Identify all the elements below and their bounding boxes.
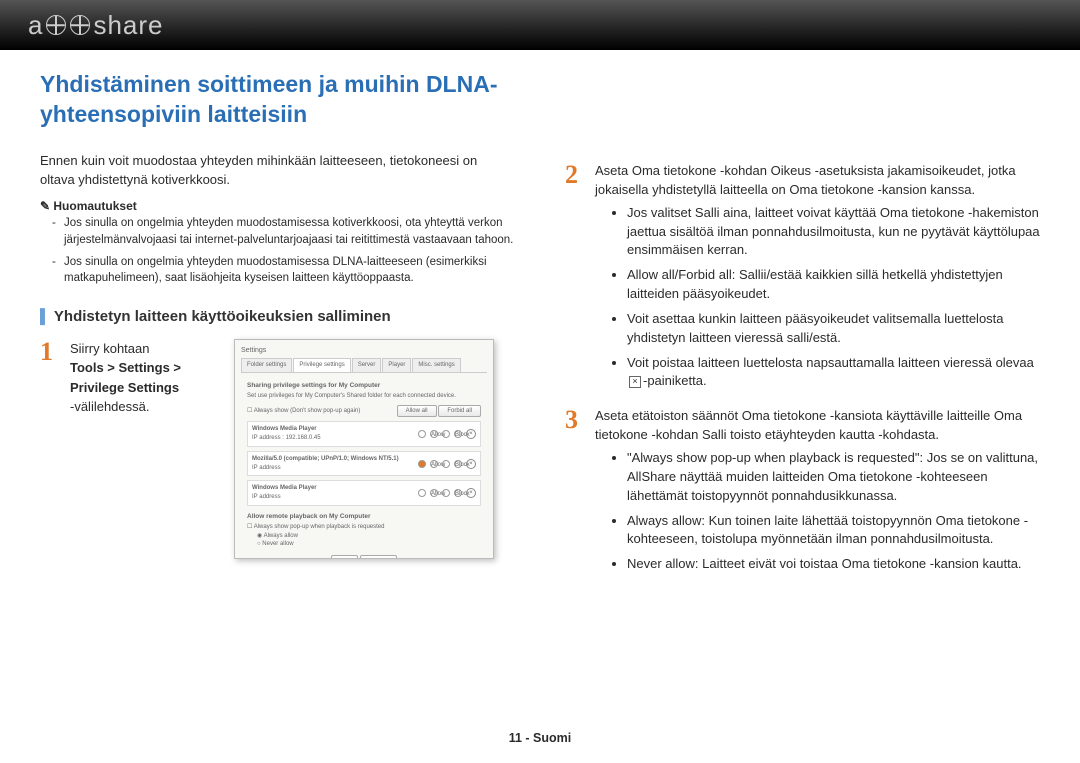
step-3: 3 Aseta etätoiston säännöt Oma tietokone… [565,407,1040,584]
bullet-item: Jos valitset Salli aina, laitteet voivat… [627,204,1040,261]
ss-device-row: Windows Media PlayerIP address : 192.168… [247,421,481,446]
logo-text-left: a [28,10,43,41]
step-2: 2 Aseta Oma tietokone -kohdan Oikeus -as… [565,162,1040,401]
ss-device-row: Windows Media PlayerIP address Allow Blo… [247,480,481,505]
step-number: 1 [40,339,60,365]
step-2-text: Aseta Oma tietokone -kohdan Oikeus -aset… [595,163,1016,197]
bullet-item: Allow all/Forbid all: Sallii/estää kaikk… [627,266,1040,304]
subheading: Yhdistetyn laitteen käyttöoikeuksien sal… [40,308,515,325]
intro-paragraph: Ennen kuin voit muodostaa yhteyden mihin… [40,152,515,190]
ss-tab[interactable]: Misc. settings [412,358,460,372]
top-bar: a share [0,0,1080,50]
page-footer: 11 - Suomi [0,731,1080,745]
ss-always-show-checkbox[interactable]: ☐ Always show (Don't show pop-up again) [247,407,360,416]
left-column: Yhdistäminen soittimeen ja muihin DLNA-y… [40,70,515,590]
ss-window-title: Settings [241,346,487,356]
settings-screenshot: Settings Folder settings Privilege setti… [234,339,494,559]
bullet-item: "Always show pop-up when playback is req… [627,449,1040,506]
bullet-x-after: -painiketta. [643,373,707,388]
ss-tabs: Folder settings Privilege settings Serve… [241,358,487,373]
notes-heading: Huomautukset [40,199,515,213]
step-1-text: Siirry kohtaan Tools > Settings > Privil… [70,339,220,417]
ss-remote-heading: Allow remote playback on My Computer [247,512,481,521]
step-2-bullets: Jos valitset Salli aina, laitteet voivat… [595,204,1040,392]
bullet-x-before: Voit poistaa laitteen luettelosta napsau… [627,355,1034,370]
bullet-item: Voit poistaa laitteen luettelosta napsau… [627,354,1040,392]
ss-tab[interactable]: Server [352,358,382,372]
right-column: 2 Aseta Oma tietokone -kohdan Oikeus -as… [565,70,1040,590]
step-3-text: Aseta etätoiston säännöt Oma tietokone -… [595,408,1022,442]
bullet-item: Never allow: Laitteet eivät voi toistaa … [627,555,1040,574]
ss-forbid-all-button[interactable]: Forbid all [438,405,481,418]
logo-ring-icon [70,15,90,35]
ss-tab[interactable]: Privilege settings [293,358,350,372]
step-1: 1 Siirry kohtaan Tools > Settings > Priv… [40,339,515,559]
allshare-logo: a share [28,10,164,41]
ss-opt-never[interactable]: Never allow [262,541,293,547]
logo-ring-icon [46,15,66,35]
ss-heading: Sharing privilege settings for My Comput… [247,381,481,390]
close-icon: × [629,376,641,388]
ss-allow-block[interactable]: Allow Block × [418,459,476,469]
ss-opt-always[interactable]: Always allow [264,533,298,539]
ss-allow-block[interactable]: Allow Block × [418,429,476,439]
step-1-tail: -välilehdessä. [70,399,150,414]
ss-tab[interactable]: Player [382,358,411,372]
ss-allow-all-button[interactable]: Allow all [397,405,437,418]
step-number: 2 [565,162,585,188]
ss-ok-button[interactable]: OK [331,555,358,559]
step-3-bullets: "Always show pop-up when playback is req… [595,449,1040,574]
ss-allow-block[interactable]: Allow Block × [418,488,476,498]
bullet-item: Always allow: Kun toinen laite lähettää … [627,512,1040,550]
note-item: Jos sinulla on ongelmia yhteyden muodost… [64,215,515,247]
logo-text-right: share [93,10,163,41]
note-item: Jos sinulla on ongelmia yhteyden muodost… [64,254,515,286]
bullet-item: Voit asettaa kunkin laitteen pääsyoikeud… [627,310,1040,348]
step-1-lead: Siirry kohtaan [70,341,149,356]
ss-subtext: Set use privileges for My Computer's Sha… [247,392,481,401]
notes-list: Jos sinulla on ongelmia yhteyden muodost… [40,215,515,285]
page-title: Yhdistäminen soittimeen ja muihin DLNA-y… [40,70,515,130]
step-1-path: Tools > Settings > Privilege Settings [70,360,181,395]
ss-remote-sub[interactable]: Always show pop-up when playback is requ… [254,524,385,530]
ss-device-row: Mozilla/5.0 (compatible; UPnP/1.0; Windo… [247,451,481,476]
step-number: 3 [565,407,585,433]
ss-tab[interactable]: Folder settings [241,358,292,372]
ss-cancel-button[interactable]: Cancel [360,555,397,559]
